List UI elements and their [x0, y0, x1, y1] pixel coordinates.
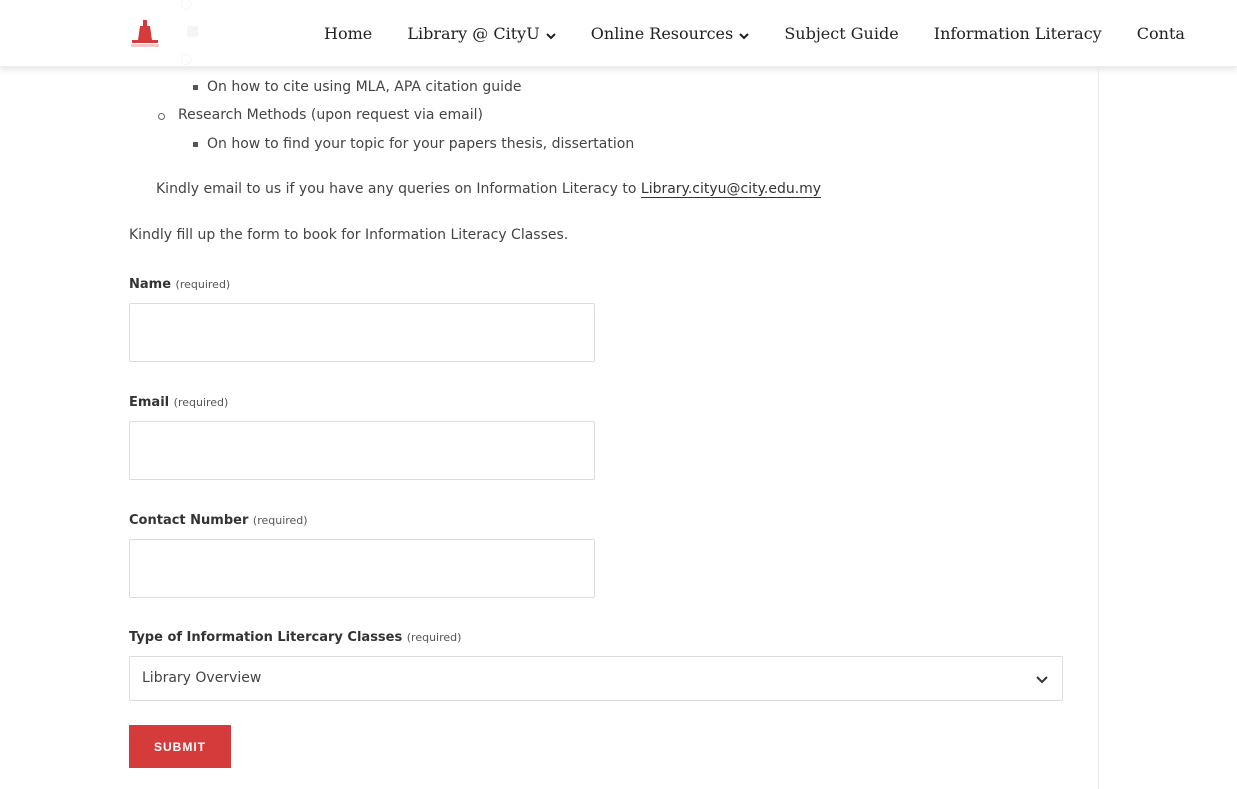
- list-bullet: [193, 142, 198, 147]
- list-bullet: [193, 85, 198, 90]
- university-logo[interactable]: [130, 18, 160, 48]
- site-header: Home Library @ CityU Online Resources Su…: [0, 0, 1237, 67]
- email-note: Kindly email to us if you have any queri…: [156, 181, 822, 198]
- submit-button[interactable]: SUBMIT: [129, 725, 231, 768]
- nav-subject-guide[interactable]: Subject Guide: [784, 24, 898, 43]
- class-type-select[interactable]: Library Overview: [129, 656, 1063, 701]
- email-label: Email (required): [129, 395, 229, 410]
- email-input[interactable]: [129, 421, 595, 480]
- nav-online-resources[interactable]: Online Resources: [591, 24, 749, 44]
- nav-contact[interactable]: Conta: [1137, 24, 1185, 43]
- chevron-down-icon: [739, 25, 749, 44]
- nav-information-literacy[interactable]: Information Literacy: [934, 24, 1102, 43]
- class-type-selected-value: Library Overview: [142, 670, 262, 686]
- nav-home[interactable]: Home: [324, 24, 372, 43]
- list-item: On how to find your topic for your paper…: [207, 136, 635, 152]
- chevron-down-icon: [545, 25, 556, 44]
- sidebar-divider: [1098, 66, 1099, 789]
- name-input[interactable]: [129, 303, 595, 362]
- main-navigation: Home Library @ CityU Online Resources Su…: [324, 24, 1215, 48]
- contact-number-input[interactable]: [129, 539, 595, 598]
- list-bullet: [158, 113, 165, 120]
- email-link[interactable]: Library.cityu@city.edu.my: [640, 181, 822, 198]
- contact-number-label: Contact Number (required): [129, 513, 308, 528]
- form-intro: Kindly fill up the form to book for Info…: [129, 227, 569, 243]
- list-item: On how to cite using MLA, APA citation g…: [207, 79, 522, 95]
- name-label: Name (required): [129, 277, 231, 292]
- class-type-label: Type of Information Litercary Classes (r…: [129, 630, 462, 645]
- list-item: Research Methods (upon request via email…: [178, 107, 483, 123]
- chevron-down-icon: [1036, 672, 1048, 688]
- nav-library-cityu[interactable]: Library @ CityU: [407, 24, 556, 44]
